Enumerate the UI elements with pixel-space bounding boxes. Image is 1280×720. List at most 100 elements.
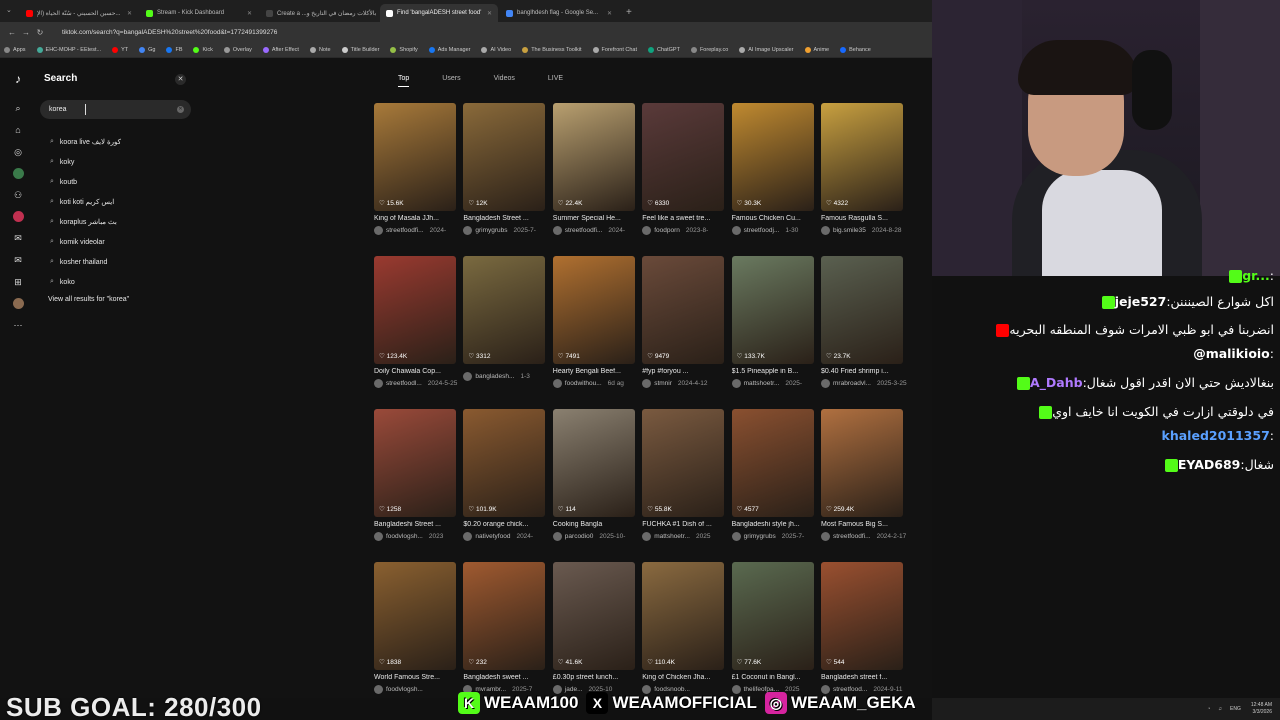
browser-tab[interactable]: Create a ...بالأكلات رمضان في التاريخ و✕ xyxy=(260,4,378,22)
video-thumbnail[interactable]: ♡ 3312 xyxy=(463,256,546,364)
tab-top[interactable]: Top xyxy=(398,75,410,87)
video-card[interactable]: ♡ 30.3K Famous Chicken Cu... streetfoodj..… xyxy=(731,103,814,235)
video-card[interactable]: ♡ 1838 World Famous Stre... foodvlogsh... xyxy=(374,562,456,694)
creator-name[interactable]: nativetyfood xyxy=(475,533,510,540)
bookmark-item[interactable]: Foreplay.co xyxy=(690,46,728,53)
browser-tab[interactable]: Stream - Kick Dashboard ✕ xyxy=(140,4,258,22)
bookmark-item[interactable]: AI Image Upscaler xyxy=(739,46,794,53)
friends-icon[interactable]: ⚇ xyxy=(12,189,24,201)
bookmark-item[interactable]: YT xyxy=(112,46,128,53)
creator-name[interactable]: bangladesh... xyxy=(475,373,514,380)
back-icon[interactable]: ← xyxy=(6,28,18,37)
bookmark-item[interactable]: Shopify xyxy=(390,46,418,53)
tiktok-logo-icon[interactable]: ♪ xyxy=(15,72,21,86)
suggestion-item[interactable]: ⌕ koti koti ايس كريم xyxy=(50,192,121,212)
close-icon[interactable]: ✕ xyxy=(175,74,186,85)
suggestion-item[interactable]: ⌕ koky xyxy=(50,152,121,172)
video-card[interactable]: ♡ 114 Cooking Bangla parcodio0 2025-10- xyxy=(552,409,635,541)
creator-name[interactable]: foodvlogsh... xyxy=(386,533,423,540)
bookmark-item[interactable]: After Effect xyxy=(262,46,299,53)
creator-name[interactable]: streetfoodj... xyxy=(744,227,780,234)
video-card[interactable]: ♡ 232 Bangladesh sweet ... mvrambr... 2025-… xyxy=(463,562,546,694)
language-indicator[interactable]: ENG xyxy=(1230,706,1241,712)
tab-users[interactable]: Users xyxy=(442,75,460,87)
bookmark-item[interactable]: Title Builder xyxy=(341,46,379,53)
bookmark-item[interactable]: Ads Manager xyxy=(428,46,470,53)
creator-avatar[interactable] xyxy=(821,379,830,388)
explore-icon[interactable]: ◎ xyxy=(12,146,24,158)
video-thumbnail[interactable]: ♡ 544 xyxy=(821,562,903,670)
video-thumbnail[interactable]: ♡ 15.6K xyxy=(374,103,456,211)
video-card[interactable]: ♡ 4577 Bangladeshi style jh... grimygrubs 2… xyxy=(731,409,814,541)
video-thumbnail[interactable]: ♡ 12K xyxy=(463,103,546,211)
creator-avatar[interactable] xyxy=(552,379,562,388)
creator-avatar[interactable] xyxy=(463,226,473,235)
creator-name[interactable]: grimygrubs xyxy=(744,533,776,540)
creator-avatar[interactable] xyxy=(642,379,652,388)
creator-name[interactable]: big.smile35 xyxy=(833,227,866,234)
bookmark-item[interactable]: Behance xyxy=(840,46,871,53)
video-card[interactable]: ♡ 544 Bangladesh street f... streetfood...… xyxy=(821,562,903,694)
tab-close-icon[interactable]: ✕ xyxy=(603,10,612,17)
creator-name[interactable]: grimygrubs xyxy=(475,227,507,234)
video-thumbnail[interactable]: ♡ 259.4K xyxy=(821,409,903,517)
video-thumbnail[interactable]: ♡ 4322 xyxy=(821,103,903,211)
bookmark-item[interactable]: Apps xyxy=(4,46,26,53)
video-thumbnail[interactable]: ♡ 101.9K xyxy=(463,409,546,517)
reload-icon[interactable]: ↻ xyxy=(34,28,46,37)
bookmark-item[interactable]: Overlay xyxy=(223,46,252,53)
creator-name[interactable]: foodwithou... xyxy=(565,380,602,387)
creator-avatar[interactable] xyxy=(731,226,741,235)
video-thumbnail[interactable]: ♡ 41.6K xyxy=(552,562,635,670)
video-thumbnail[interactable]: ♡ 7491 xyxy=(552,256,635,364)
url-field[interactable]: tiktok.com/search?q=bangalADESH%20street… xyxy=(62,29,277,36)
activity-icon[interactable]: ✉ xyxy=(12,254,24,266)
video-card[interactable]: ♡ 3312 bangladesh... 1-3 xyxy=(463,256,546,381)
creator-name[interactable]: foodvlogsh... xyxy=(386,686,423,693)
tab-live[interactable]: LIVE xyxy=(548,75,563,87)
new-tab-button[interactable]: + xyxy=(620,4,638,22)
creator-name[interactable]: foodporn xyxy=(654,227,680,234)
bookmark-item[interactable]: Kick xyxy=(193,46,213,53)
creator-avatar[interactable] xyxy=(463,372,473,381)
live-icon[interactable] xyxy=(12,211,24,222)
video-thumbnail[interactable]: ♡ 1258 xyxy=(374,409,456,517)
browser-tab[interactable]: حسين الحسيني - سُنّة الحياة (الإ... ✕ xyxy=(20,4,138,22)
video-thumbnail[interactable]: ♡ 1838 xyxy=(374,562,456,670)
browser-tab[interactable]: banglhdesh flag - Google Se... ✕ xyxy=(500,4,618,22)
video-card[interactable]: ♡ 15.6K King of Masala JJh... streetfoodfi… xyxy=(374,103,456,235)
video-thumbnail[interactable]: ♡ 110.4K xyxy=(642,562,725,670)
creator-name[interactable]: stmnir xyxy=(654,380,672,387)
bookmark-item[interactable]: Note xyxy=(309,46,331,53)
browser-tab[interactable]: Find 'bangalADESH street food' ✕ xyxy=(380,4,498,22)
video-card[interactable]: ♡ 12K Bangladesh Street ... grimygrubs 2025… xyxy=(463,103,546,235)
bookmark-item[interactable]: Gg xyxy=(139,46,155,53)
video-thumbnail[interactable]: ♡ 22.4K xyxy=(552,103,635,211)
video-card[interactable]: ♡ 101.9K $0.20 orange chick... nativetyfoo… xyxy=(463,409,546,541)
creator-name[interactable]: mrabroadvl... xyxy=(833,380,871,387)
creator-avatar[interactable] xyxy=(552,226,562,235)
video-card[interactable]: ♡ 23.7K $0.40 Fried shrimp i... mrabroadvl… xyxy=(821,256,907,388)
video-thumbnail[interactable]: ♡ 77.6K xyxy=(731,562,814,670)
video-thumbnail[interactable]: ♡ 133.7K xyxy=(731,256,814,364)
creator-name[interactable]: streetfoodfi... xyxy=(386,227,424,234)
view-all-results-link[interactable]: View all results for "korea" xyxy=(48,296,129,303)
suggestion-item[interactable]: ⌕ koutb xyxy=(50,172,121,192)
tab-close-icon[interactable]: ✕ xyxy=(376,10,378,17)
video-thumbnail[interactable]: ♡ 232 xyxy=(463,562,546,670)
creator-name[interactable]: mattshoetr... xyxy=(744,380,780,387)
volume-icon[interactable]: ♫ xyxy=(1218,706,1222,712)
creator-avatar[interactable] xyxy=(552,532,562,541)
following-avatar-icon[interactable] xyxy=(12,168,24,179)
tab-videos[interactable]: Videos xyxy=(494,75,515,87)
creator-avatar[interactable] xyxy=(731,532,741,541)
video-card[interactable]: ♡ 6330 Feel like a sweet tre... foodporn 20… xyxy=(642,103,725,235)
video-card[interactable]: ♡ 77.6K £1 Coconut in Bangl... thelifeofpa… xyxy=(731,562,814,694)
suggestion-item[interactable]: ⌕ kosher thailand xyxy=(50,252,121,272)
video-card[interactable]: ♡ 1258 Bangladeshi Street ... foodvlogsh..… xyxy=(374,409,456,541)
search-icon[interactable]: ⌕ xyxy=(12,102,24,114)
suggestion-item[interactable]: ⌕ komik videolar xyxy=(50,232,121,252)
clear-icon[interactable]: ✕ xyxy=(177,106,184,113)
video-card[interactable]: ♡ 22.4K Summer Special He... streetfoodfi.… xyxy=(552,103,635,235)
creator-avatar[interactable] xyxy=(642,532,652,541)
